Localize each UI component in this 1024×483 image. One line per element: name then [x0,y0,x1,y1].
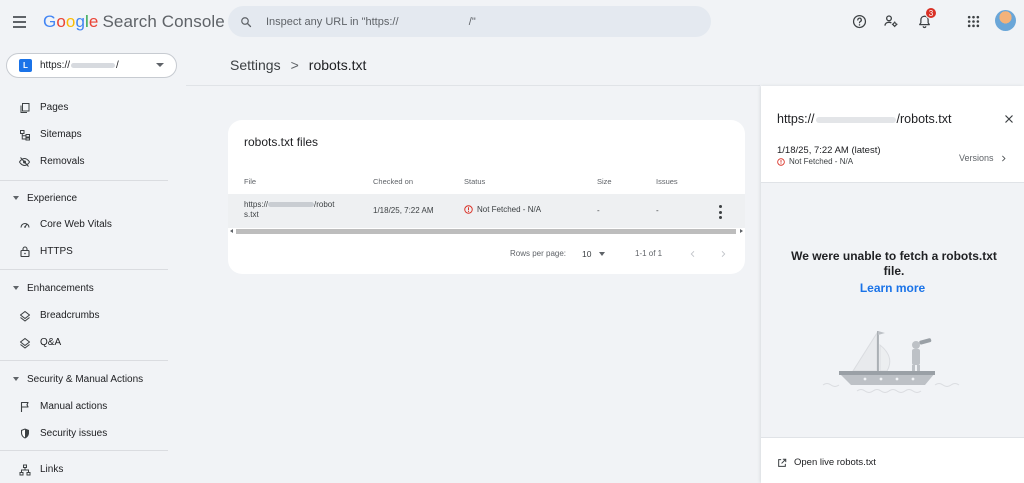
card-title: robots.txt files [244,135,319,149]
sidebar-item-sitemaps[interactable]: Sitemaps [0,122,168,146]
learn-more-link[interactable]: Learn more [761,281,1024,295]
status-cell: Not Fetched - N/A [464,205,541,214]
search-input[interactable] [266,15,686,28]
sidebar-section-security[interactable]: Security & Manual Actions [0,369,168,389]
header-divider [186,85,760,86]
rows-per-page-select[interactable]: 10 [582,247,612,261]
caret-down-icon [13,377,19,381]
redacted-domain [268,202,315,208]
sidebar-item-core-web-vitals[interactable]: Core Web Vitals [0,212,168,236]
caret-down-icon [13,196,19,200]
notification-count-badge: 3 [925,7,937,19]
page-title: robots.txt [308,57,367,73]
caret-down-icon [13,286,19,290]
open-in-new-icon [778,458,787,467]
sidebar-divider [0,269,168,270]
users-settings-icon[interactable] [881,11,901,31]
fetch-error-area: We were unable to fetch a robots.txt fil… [761,183,1024,437]
sailboat-illustration [822,331,960,393]
account-avatar[interactable] [995,10,1016,31]
error-icon [777,157,785,166]
main-menu-icon[interactable] [13,12,33,32]
scroll-right-arrow[interactable] [740,229,743,233]
issues-cell: - [656,206,659,215]
open-live-robots-link[interactable]: Open live robots.txt [777,457,876,468]
robots-files-card: robots.txt files File Checked on Status … [228,120,745,274]
shield-icon [18,427,31,440]
gauge-icon [18,218,31,231]
sitemaps-icon [18,128,31,141]
redacted-domain [815,116,896,123]
breadcrumb-settings-link[interactable]: Settings [230,57,281,73]
more-options-icon[interactable] [715,205,725,219]
google-search-console-logo[interactable]: Google Search Console [43,12,225,32]
lock-icon [18,245,31,258]
property-badge: L [19,59,32,72]
sidebar-divider [0,360,168,361]
links-icon [18,463,31,476]
redacted-domain [71,62,116,68]
product-name: Search Console [102,12,225,31]
file-url-cell: https:///robot s.txt [244,200,335,219]
sidebar-item-removals[interactable]: Removals [0,149,168,173]
removals-icon [18,155,31,168]
column-header-file[interactable]: File [244,177,256,186]
property-selector[interactable]: L https:/// [6,53,177,78]
column-header-checked-on[interactable]: Checked on [373,177,413,186]
pagination-range: 1-1 of 1 [635,249,663,258]
top-app-bar: GoogleSearch Console 3 [0,0,1024,44]
fetch-date: 1/18/25, 7:22 AM (latest) [777,145,881,156]
robots-details-panel: https:///robots.txt 1/18/25, 7:22 AM (la… [761,86,1024,483]
sidebar-item-security-issues[interactable]: Security issues [0,421,168,445]
chevron-down-icon [156,63,164,67]
panel-divider [761,437,1024,438]
next-page-icon[interactable] [716,247,730,261]
layers-icon [18,336,31,349]
scroll-left-arrow[interactable] [230,229,233,233]
fetch-status: Not Fetched - N/A [777,157,853,166]
help-icon[interactable] [849,11,869,31]
column-header-size[interactable]: Size [597,177,612,186]
rows-per-page-label: Rows per page: [510,249,567,258]
sidebar-item-breadcrumbs[interactable]: Breadcrumbs [0,303,168,327]
panel-title: https:///robots.txt [777,112,952,126]
apps-grid-icon[interactable] [963,11,983,31]
sidebar-divider [0,450,168,451]
scrollbar-thumb[interactable] [236,229,736,234]
property-url: https:/// [40,60,119,71]
column-header-status[interactable]: Status [464,177,485,186]
breadcrumb: Settings > robots.txt [230,57,366,73]
notifications-bell-icon[interactable]: 3 [914,7,937,31]
versions-button[interactable]: Versions [959,153,1007,163]
breadcrumb-separator: > [290,57,299,73]
sidebar-item-pages[interactable]: Pages [0,95,168,119]
size-cell: - [597,206,600,215]
sidebar-item-links[interactable]: Links [0,457,168,481]
search-icon [241,16,252,27]
sidebar-item-manual-actions[interactable]: Manual actions [0,394,168,418]
sidebar-section-enhancements[interactable]: Enhancements [0,278,168,298]
sidebar-item-qa[interactable]: Q&A [0,330,168,354]
sidebar-section-experience[interactable]: Experience [0,188,168,208]
chevron-right-icon [1001,155,1006,161]
sidebar-item-https[interactable]: HTTPS [0,239,168,263]
horizontal-scrollbar[interactable] [228,228,745,235]
fetch-error-message: We were unable to fetch a robots.txt fil… [791,249,997,278]
sidebar-divider [0,180,168,181]
previous-page-icon[interactable] [686,247,700,261]
pages-icon [18,101,31,114]
error-icon [464,205,473,214]
url-inspection-search[interactable] [228,6,711,37]
column-header-issues[interactable]: Issues [656,177,678,186]
flag-icon [18,400,31,413]
checked-on-cell: 1/18/25, 7:22 AM [373,206,434,215]
layers-icon [18,309,31,322]
caret-down-icon [599,252,606,256]
close-icon[interactable] [1003,112,1015,124]
table-row[interactable]: https:///robot s.txt 1/18/25, 7:22 AM Not… [228,194,745,229]
